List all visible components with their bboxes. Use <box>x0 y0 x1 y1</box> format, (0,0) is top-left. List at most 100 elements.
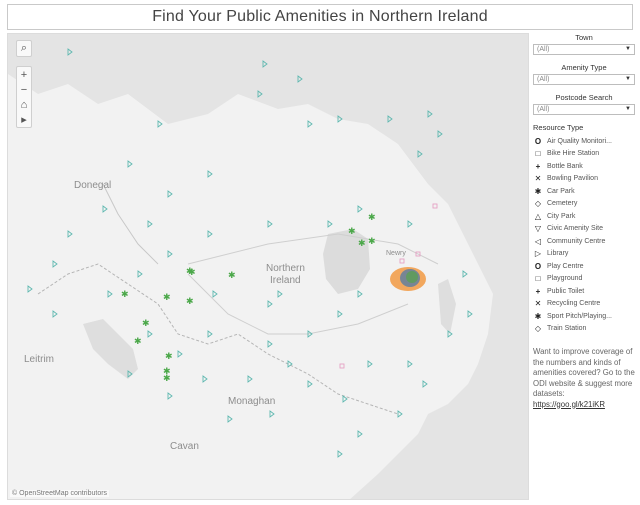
legend-symbol-icon: + <box>535 286 541 296</box>
sport-pitch-marker: ✱ <box>163 374 171 384</box>
map-attribution: © OpenStreetMap contributors <box>10 490 110 497</box>
sport-pitch-marker: ✱ <box>121 290 129 300</box>
zoom-in-icon[interactable]: + <box>17 67 31 82</box>
sport-pitch-marker: ✱ <box>368 213 376 223</box>
pan-icon[interactable]: ▸ <box>17 112 31 127</box>
legend-item-label: Playground <box>547 275 583 283</box>
map-label-ireland: Ireland <box>270 275 301 286</box>
legend-symbol-icon: ◁ <box>534 236 542 246</box>
legend-list: O Air Quality Monitori... □ Bike Hire Stati… <box>533 135 635 335</box>
postcode-search-select[interactable]: (All) ▼ <box>533 104 635 115</box>
legend-symbol-icon: ◇ <box>534 199 542 209</box>
side-panel: Town (All) ▼ Amenity Type (All) ▼ Postco… <box>533 33 635 410</box>
legend-item[interactable]: + Public Toilet <box>533 285 635 298</box>
map-view[interactable]: ✱ ✱ ✱ ✱ ✱ ✱ ✱ ✱ ✱ ✱ ✱ ✱ ✱ ✱ ✱ Donegal Northern Ireland… <box>7 33 529 500</box>
map-label-northern: Northern <box>266 263 305 274</box>
sport-pitch-marker: ✱ <box>186 267 194 277</box>
sport-pitch-marker: ✱ <box>163 293 171 303</box>
select-value: (All) <box>537 76 550 83</box>
legend-item-label: Bowling Pavilion <box>547 175 598 183</box>
odi-link[interactable]: https://goo.gl/k21iKR <box>533 400 635 411</box>
legend-item[interactable]: ✕ Recycling Centre <box>533 298 635 311</box>
legend-symbol-icon: □ <box>535 149 541 159</box>
legend-item[interactable]: ▽ Civic Amenity Site <box>533 223 635 236</box>
sport-pitch-marker: ✱ <box>348 227 356 237</box>
legend-item[interactable]: △ City Park <box>533 210 635 223</box>
map-search-tool[interactable]: ⌕ <box>16 40 32 57</box>
select-value: (All) <box>537 46 550 53</box>
select-value: (All) <box>537 106 550 113</box>
filter-amenity-type: Amenity Type (All) ▼ <box>533 63 635 85</box>
legend-item-label: Civic Amenity Site <box>547 225 604 233</box>
legend-item[interactable]: ✱ Sport Pitch/Playing... <box>533 310 635 323</box>
sport-pitch-marker: ✱ <box>358 239 366 249</box>
sport-pitch-marker: ✱ <box>142 319 150 329</box>
legend-symbol-icon: ✕ <box>534 174 542 184</box>
town-select[interactable]: (All) ▼ <box>533 44 635 55</box>
filter-label: Postcode Search <box>555 93 613 102</box>
sport-pitch-marker: ✱ <box>186 297 194 307</box>
legend-item-label: Public Toilet <box>547 287 585 295</box>
legend-title: Resource Type <box>533 123 584 132</box>
legend-item[interactable]: ◇ Train Station <box>533 323 635 336</box>
map-label-donegal: Donegal <box>74 180 112 191</box>
belfast-cluster <box>406 271 418 283</box>
legend-symbol-icon: ✱ <box>534 311 542 321</box>
legend-symbol-icon: ▽ <box>534 224 542 234</box>
sport-pitch-marker: ✱ <box>165 352 173 362</box>
legend-item[interactable]: ▷ Library <box>533 248 635 261</box>
filter-town: Town (All) ▼ <box>533 33 635 55</box>
legend-item-label: Train Station <box>547 325 587 333</box>
sport-pitch-marker: ✱ <box>228 271 236 281</box>
legend-item-label: Recycling Centre <box>547 300 601 308</box>
legend-item-label: City Park <box>547 212 576 220</box>
map-label-monaghan: Monaghan <box>228 396 276 407</box>
legend-item[interactable]: □ Bike Hire Station <box>533 148 635 161</box>
improve-coverage-note: Want to improve coverage of the numbers … <box>533 347 635 410</box>
legend-item[interactable]: □ Playground <box>533 273 635 286</box>
filter-label: Town <box>575 33 593 42</box>
legend-symbol-icon: ▷ <box>534 249 542 259</box>
legend-item-label: Bottle Bank <box>547 162 583 170</box>
legend-item[interactable]: O Play Centre <box>533 260 635 273</box>
sport-pitch-marker: ✱ <box>134 337 142 347</box>
filter-postcode-search: Postcode Search (All) ▼ <box>533 93 635 115</box>
zoom-out-icon[interactable]: − <box>17 82 31 97</box>
dashboard-title-bar: Find Your Public Amenities in Northern I… <box>7 4 633 30</box>
legend-item[interactable]: ◇ Cemetery <box>533 198 635 211</box>
map-label-leitrim: Leitrim <box>24 354 55 365</box>
legend-item-label: Community Centre <box>547 237 606 245</box>
note-text: Want to improve coverage of the numbers … <box>533 347 635 398</box>
map-label-newry: Newry <box>386 250 406 257</box>
filter-label: Amenity Type <box>561 63 607 72</box>
legend-item-label: Sport Pitch/Playing... <box>547 312 612 320</box>
legend-item[interactable]: ✱ Car Park <box>533 185 635 198</box>
search-icon[interactable]: ⌕ <box>17 41 31 56</box>
legend-symbol-icon: □ <box>535 274 541 284</box>
amenity-type-select[interactable]: (All) ▼ <box>533 74 635 85</box>
chevron-down-icon[interactable]: ▼ <box>625 45 631 54</box>
legend-symbol-icon: O <box>534 136 542 146</box>
legend-symbol-icon: △ <box>534 211 542 221</box>
dashboard-title: Find Your Public Amenities in Northern I… <box>152 8 488 25</box>
sport-pitch-marker: ✱ <box>368 237 376 247</box>
legend-symbol-icon: ✕ <box>534 299 542 309</box>
legend-item-label: Bike Hire Station <box>547 150 600 158</box>
chevron-down-icon[interactable]: ▼ <box>625 105 631 114</box>
legend-item-label: Car Park <box>547 187 575 195</box>
legend-item-label: Air Quality Monitori... <box>547 137 612 145</box>
legend-item-label: Cemetery <box>547 200 578 208</box>
legend-item[interactable]: ◁ Community Centre <box>533 235 635 248</box>
legend-symbol-icon: ✱ <box>534 186 542 196</box>
legend-item[interactable]: O Air Quality Monitori... <box>533 135 635 148</box>
legend-item-label: Library <box>547 250 569 258</box>
legend-item[interactable]: + Bottle Bank <box>533 160 635 173</box>
chevron-down-icon[interactable]: ▼ <box>625 75 631 84</box>
legend-symbol-icon: ◇ <box>534 324 542 334</box>
map-label-cavan: Cavan <box>170 441 199 452</box>
legend-symbol-icon: O <box>534 261 542 271</box>
map-zoom-toolbar: + − ⌂ ▸ <box>16 66 32 128</box>
legend-item[interactable]: ✕ Bowling Pavilion <box>533 173 635 186</box>
legend-symbol-icon: + <box>535 161 541 171</box>
home-icon[interactable]: ⌂ <box>17 97 31 112</box>
